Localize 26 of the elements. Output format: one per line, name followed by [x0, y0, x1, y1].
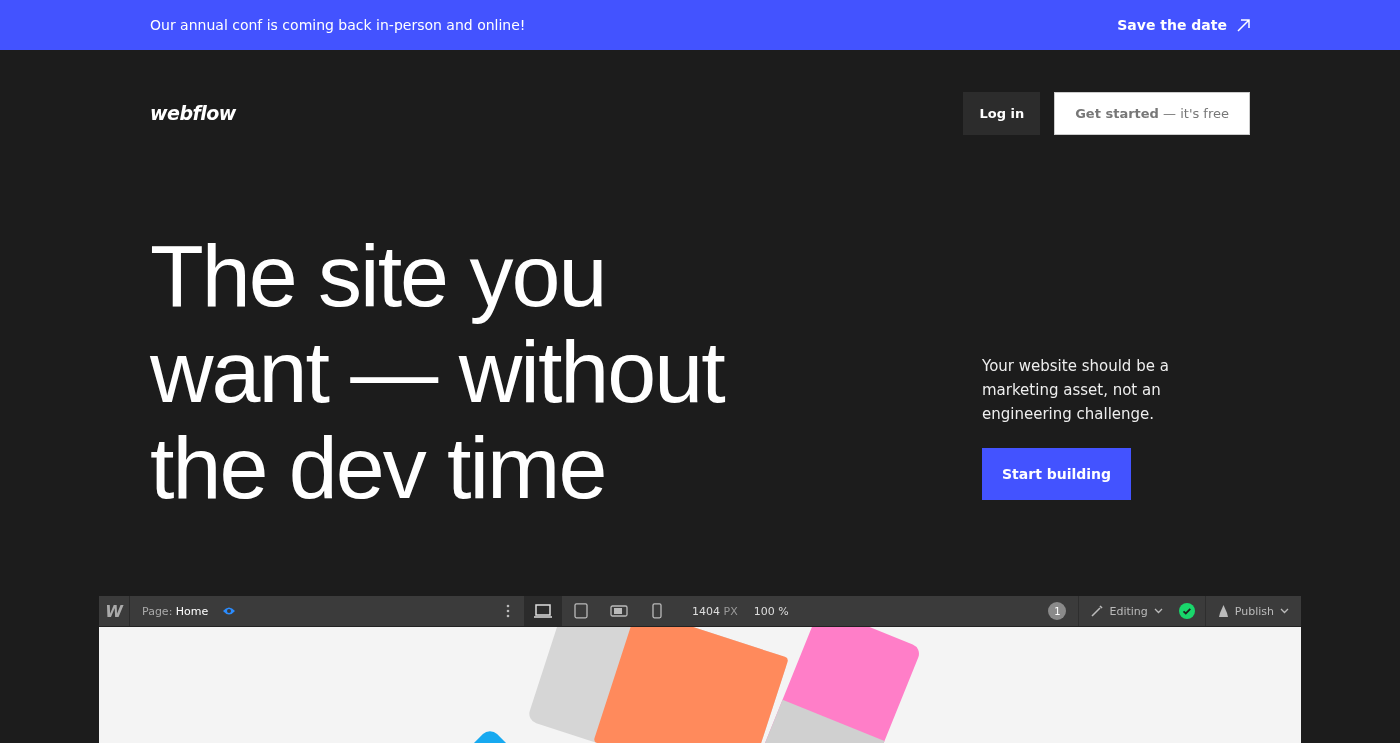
hero-subtext: Your website should be a marketing asset, not an engineering challenge. [982, 356, 1170, 425]
desktop-icon [534, 603, 553, 619]
start-building-button[interactable]: Start building [982, 448, 1132, 500]
arrow-icon [1237, 18, 1250, 32]
publish-menu[interactable]: Publish [1204, 596, 1301, 626]
page-selector[interactable]: Page: Home [130, 604, 223, 618]
pencil-icon [1091, 605, 1104, 617]
more-icon[interactable] [506, 604, 511, 618]
tablet-icon [572, 603, 591, 619]
canvas-width: 1404 PX [692, 604, 738, 618]
chevron-icon [1280, 608, 1289, 614]
zoom-level: 100 % [753, 604, 789, 618]
get-started-button[interactable]: Get started — it's free [1054, 91, 1250, 135]
hero-headline: The site you want — without the dev time [150, 228, 724, 516]
device-button[interactable] [524, 596, 563, 626]
announcement-text: Our annual conf is coming back in-person and online! [150, 17, 526, 33]
chevron-icon [1153, 608, 1163, 614]
webflow-logo[interactable]: webflow [150, 102, 236, 124]
save-the-date-link[interactable]: Save the date [1117, 17, 1250, 33]
check-circle-icon [1178, 603, 1195, 619]
editing-menu[interactable]: Editing [1078, 596, 1175, 626]
login-button[interactable]: Log in [963, 91, 1041, 135]
eye-icon[interactable] [222, 606, 237, 616]
editor-logo[interactable]: W [99, 596, 130, 626]
count-badge: 1 [1048, 602, 1067, 620]
landscape-icon [610, 603, 629, 619]
